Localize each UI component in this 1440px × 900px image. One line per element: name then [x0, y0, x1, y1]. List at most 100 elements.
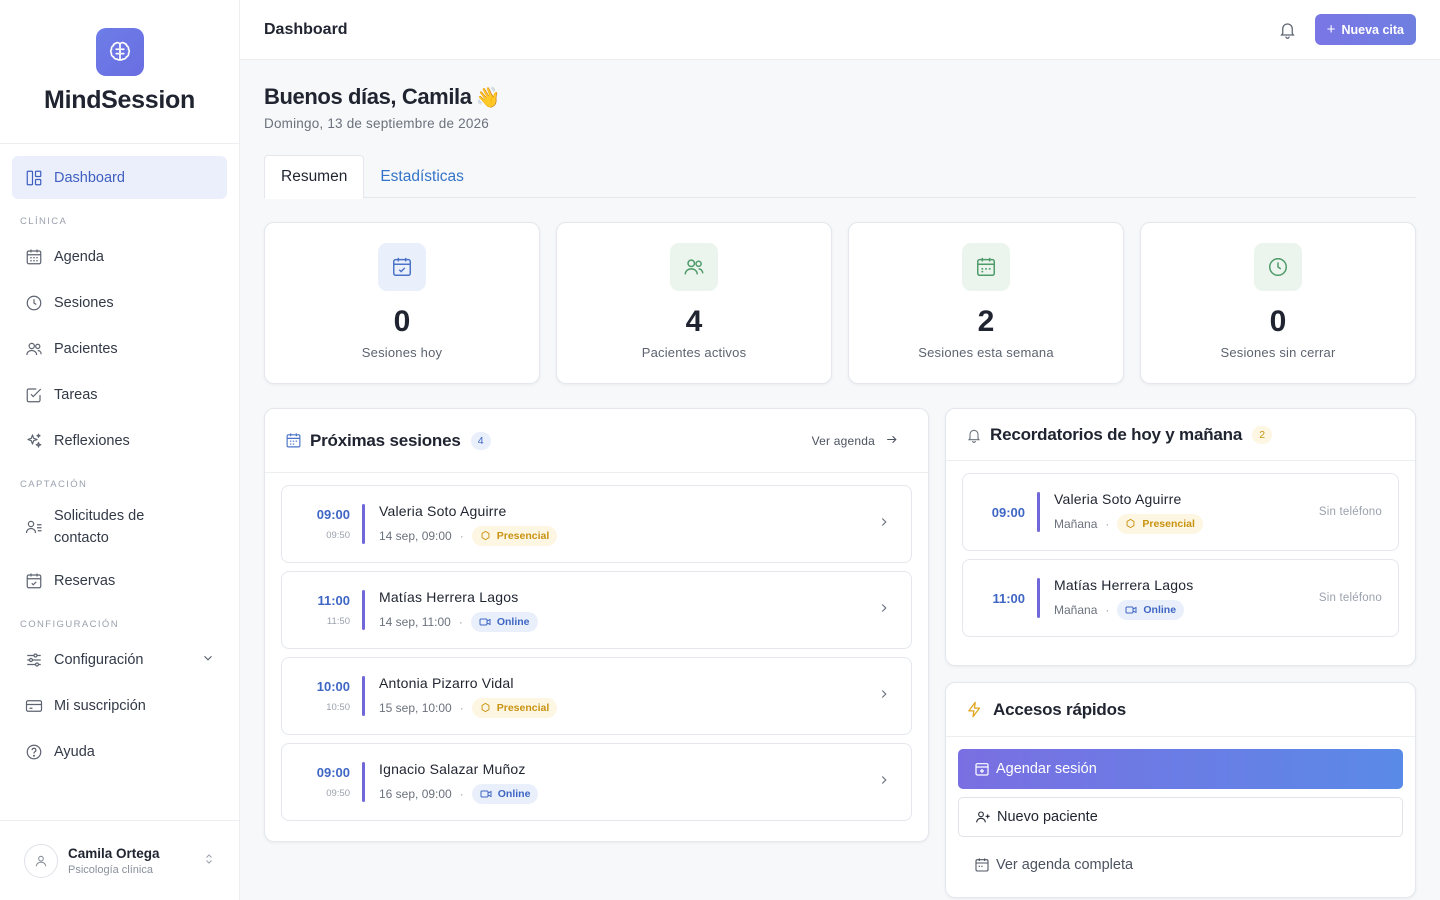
stat-card: 0 Sesiones sin cerrar: [1140, 222, 1416, 384]
mode-badge: Online: [470, 611, 538, 632]
user-menu[interactable]: Camila Ortega Psicología clínica: [0, 820, 239, 900]
sidebar-item-reflexiones[interactable]: Reflexiones: [12, 419, 227, 462]
users-icon: [24, 339, 44, 359]
sidebar-item-dashboard[interactable]: Dashboard: [12, 156, 227, 199]
chevron-down-icon[interactable]: [201, 651, 215, 669]
sidebar-item-solicitudes[interactable]: Solicitudes de contacto: [12, 498, 227, 556]
reminders-list: 09:00 Valeria Soto Aguirre Mañana · Pres…: [946, 461, 1415, 665]
sidebar-item-suscripcion[interactable]: Mi suscripción: [12, 684, 227, 727]
session-row[interactable]: 09:00 09:50 Ignacio Salazar Muñoz 16 sep…: [281, 743, 912, 821]
quick-actions: Agendar sesión Nuevo paciente Ver agenda…: [946, 737, 1415, 900]
separator: ·: [459, 786, 464, 801]
section-label: CLÍNICA: [20, 216, 68, 227]
count-badge: 4: [470, 431, 491, 450]
card-header: Próximas sesiones 4 Ver agenda: [265, 409, 928, 473]
page-title: Dashboard: [264, 20, 348, 38]
sidebar-item-pacientes[interactable]: Pacientes: [12, 327, 227, 370]
sidebar-item-label: Mi suscripción: [54, 697, 146, 714]
tab-estadisticas[interactable]: Estadísticas: [364, 155, 480, 198]
greeting-text: Buenos días, Camila: [264, 84, 472, 109]
sidebar: MindSession Dashboard CLÍNICA Agenda Ses…: [0, 0, 240, 900]
session-info: Antonia Pizarro Vidal 15 sep, 10:00 · Pr…: [379, 675, 558, 718]
start-time: 09:00: [316, 765, 350, 780]
count-badge: 2: [1252, 425, 1273, 444]
reminders-card: Recordatorios de hoy y mañana 2 09:00 Va…: [945, 408, 1416, 666]
session-meta: 14 sep, 09:00 · Presencial: [379, 525, 558, 546]
topbar: Dashboard + Nueva cita: [240, 0, 1440, 60]
divider-bar: [1037, 492, 1040, 532]
mode-label: Presencial: [496, 701, 550, 714]
sidebar-item-sesiones[interactable]: Sesiones: [12, 281, 227, 324]
session-datetime: 16 sep, 09:00: [379, 786, 452, 801]
new-appointment-button[interactable]: + Nueva cita: [1314, 14, 1416, 45]
label-line-2: contacto: [54, 530, 109, 546]
stat-card: 4 Pacientes activos: [556, 222, 832, 384]
session-row[interactable]: 09:00 09:50 Valeria Soto Aguirre 14 sep,…: [281, 485, 912, 563]
mode-label: Online: [1143, 603, 1177, 616]
phone-status: Sin teléfono: [1318, 592, 1382, 604]
sidebar-item-label: Pacientes: [54, 340, 118, 357]
end-time: 11:50: [326, 616, 350, 627]
calendar-check-icon: [378, 243, 426, 291]
session-info: Ignacio Salazar Muñoz 16 sep, 09:00 · On…: [379, 761, 539, 804]
tab-resumen[interactable]: Resumen: [264, 155, 365, 199]
sidebar-item-label: Tareas: [54, 386, 98, 403]
separator: ·: [459, 700, 464, 715]
end-time: 09:50: [326, 788, 350, 799]
session-datetime: 14 sep, 11:00: [379, 614, 451, 629]
sidebar-item-ayuda[interactable]: Ayuda: [12, 730, 227, 773]
stat-value: 0: [1269, 305, 1287, 338]
session-row[interactable]: 11:00 11:50 Matías Herrera Lagos 14 sep,…: [281, 571, 912, 649]
sidebar-item-tareas[interactable]: Tareas: [12, 373, 227, 416]
mode-label: Online: [496, 615, 530, 628]
session-times: 09:00 09:50: [282, 507, 362, 541]
session-row[interactable]: 10:00 10:50 Antonia Pizarro Vidal 15 sep…: [281, 657, 912, 735]
users-icon: [670, 243, 718, 291]
stat-value: 2: [977, 305, 995, 338]
clock-icon: [24, 293, 44, 313]
reminder-row[interactable]: 09:00 Valeria Soto Aguirre Mañana · Pres…: [962, 473, 1399, 551]
reminder-day: Mañana: [1054, 602, 1098, 617]
help-circle-icon: [24, 742, 44, 762]
reminder-info: Valeria Soto Aguirre Mañana · Presencial: [1054, 491, 1203, 534]
session-datetime: 14 sep, 09:00: [379, 528, 452, 543]
new-patient-button[interactable]: Nuevo paciente: [958, 797, 1403, 837]
card-header: Accesos rápidos: [946, 683, 1415, 737]
card-title: Recordatorios de hoy y mañana: [990, 424, 1243, 444]
mode-badge: Online: [471, 783, 539, 804]
view-agenda-link[interactable]: Ver agenda: [812, 433, 908, 449]
hexagon-icon: [480, 530, 491, 541]
bell-icon[interactable]: [1278, 20, 1297, 39]
divider-bar: [1037, 578, 1040, 618]
divider-bar: [362, 504, 365, 544]
schedule-session-button[interactable]: Agendar sesión: [958, 749, 1403, 789]
button-label: Ver agenda completa: [996, 857, 1134, 873]
chevron-up-down-icon[interactable]: [203, 852, 215, 870]
sliders-icon: [24, 650, 44, 670]
session-meta: 15 sep, 10:00 · Presencial: [379, 697, 558, 718]
brain-icon[interactable]: [95, 28, 144, 76]
button-label: Agendar sesión: [996, 761, 1097, 777]
view-full-agenda-button[interactable]: Ver agenda completa: [958, 845, 1403, 885]
stat-label: Sesiones sin cerrar: [1220, 345, 1336, 360]
chevron-right-icon[interactable]: [877, 601, 891, 620]
chevron-right-icon[interactable]: [877, 773, 891, 792]
patient-name: Matías Herrera Lagos: [379, 588, 519, 605]
sidebar-item-configuracion[interactable]: Configuración: [12, 638, 227, 681]
calendar-week-icon: [962, 243, 1010, 291]
patient-name: Valeria Soto Aguirre: [1054, 490, 1182, 507]
chevron-right-icon[interactable]: [877, 687, 891, 706]
user-info: Camila Ortega Psicología clínica: [68, 846, 160, 876]
current-date: Domingo, 13 de septiembre de 2026: [264, 116, 489, 131]
divider-bar: [362, 676, 365, 716]
brand: MindSession: [0, 0, 239, 144]
reminder-row[interactable]: 11:00 Matías Herrera Lagos Mañana · Onli…: [962, 559, 1399, 637]
sidebar-item-agenda[interactable]: Agenda: [12, 235, 227, 278]
mode-badge: Presencial: [471, 525, 558, 546]
mode-label: Presencial: [496, 529, 550, 542]
sidebar-item-reservas[interactable]: Reservas: [12, 559, 227, 602]
end-time: 10:50: [326, 702, 350, 713]
avatar: [24, 843, 58, 878]
sidebar-item-label: Reservas: [54, 572, 116, 589]
chevron-right-icon[interactable]: [877, 515, 891, 534]
